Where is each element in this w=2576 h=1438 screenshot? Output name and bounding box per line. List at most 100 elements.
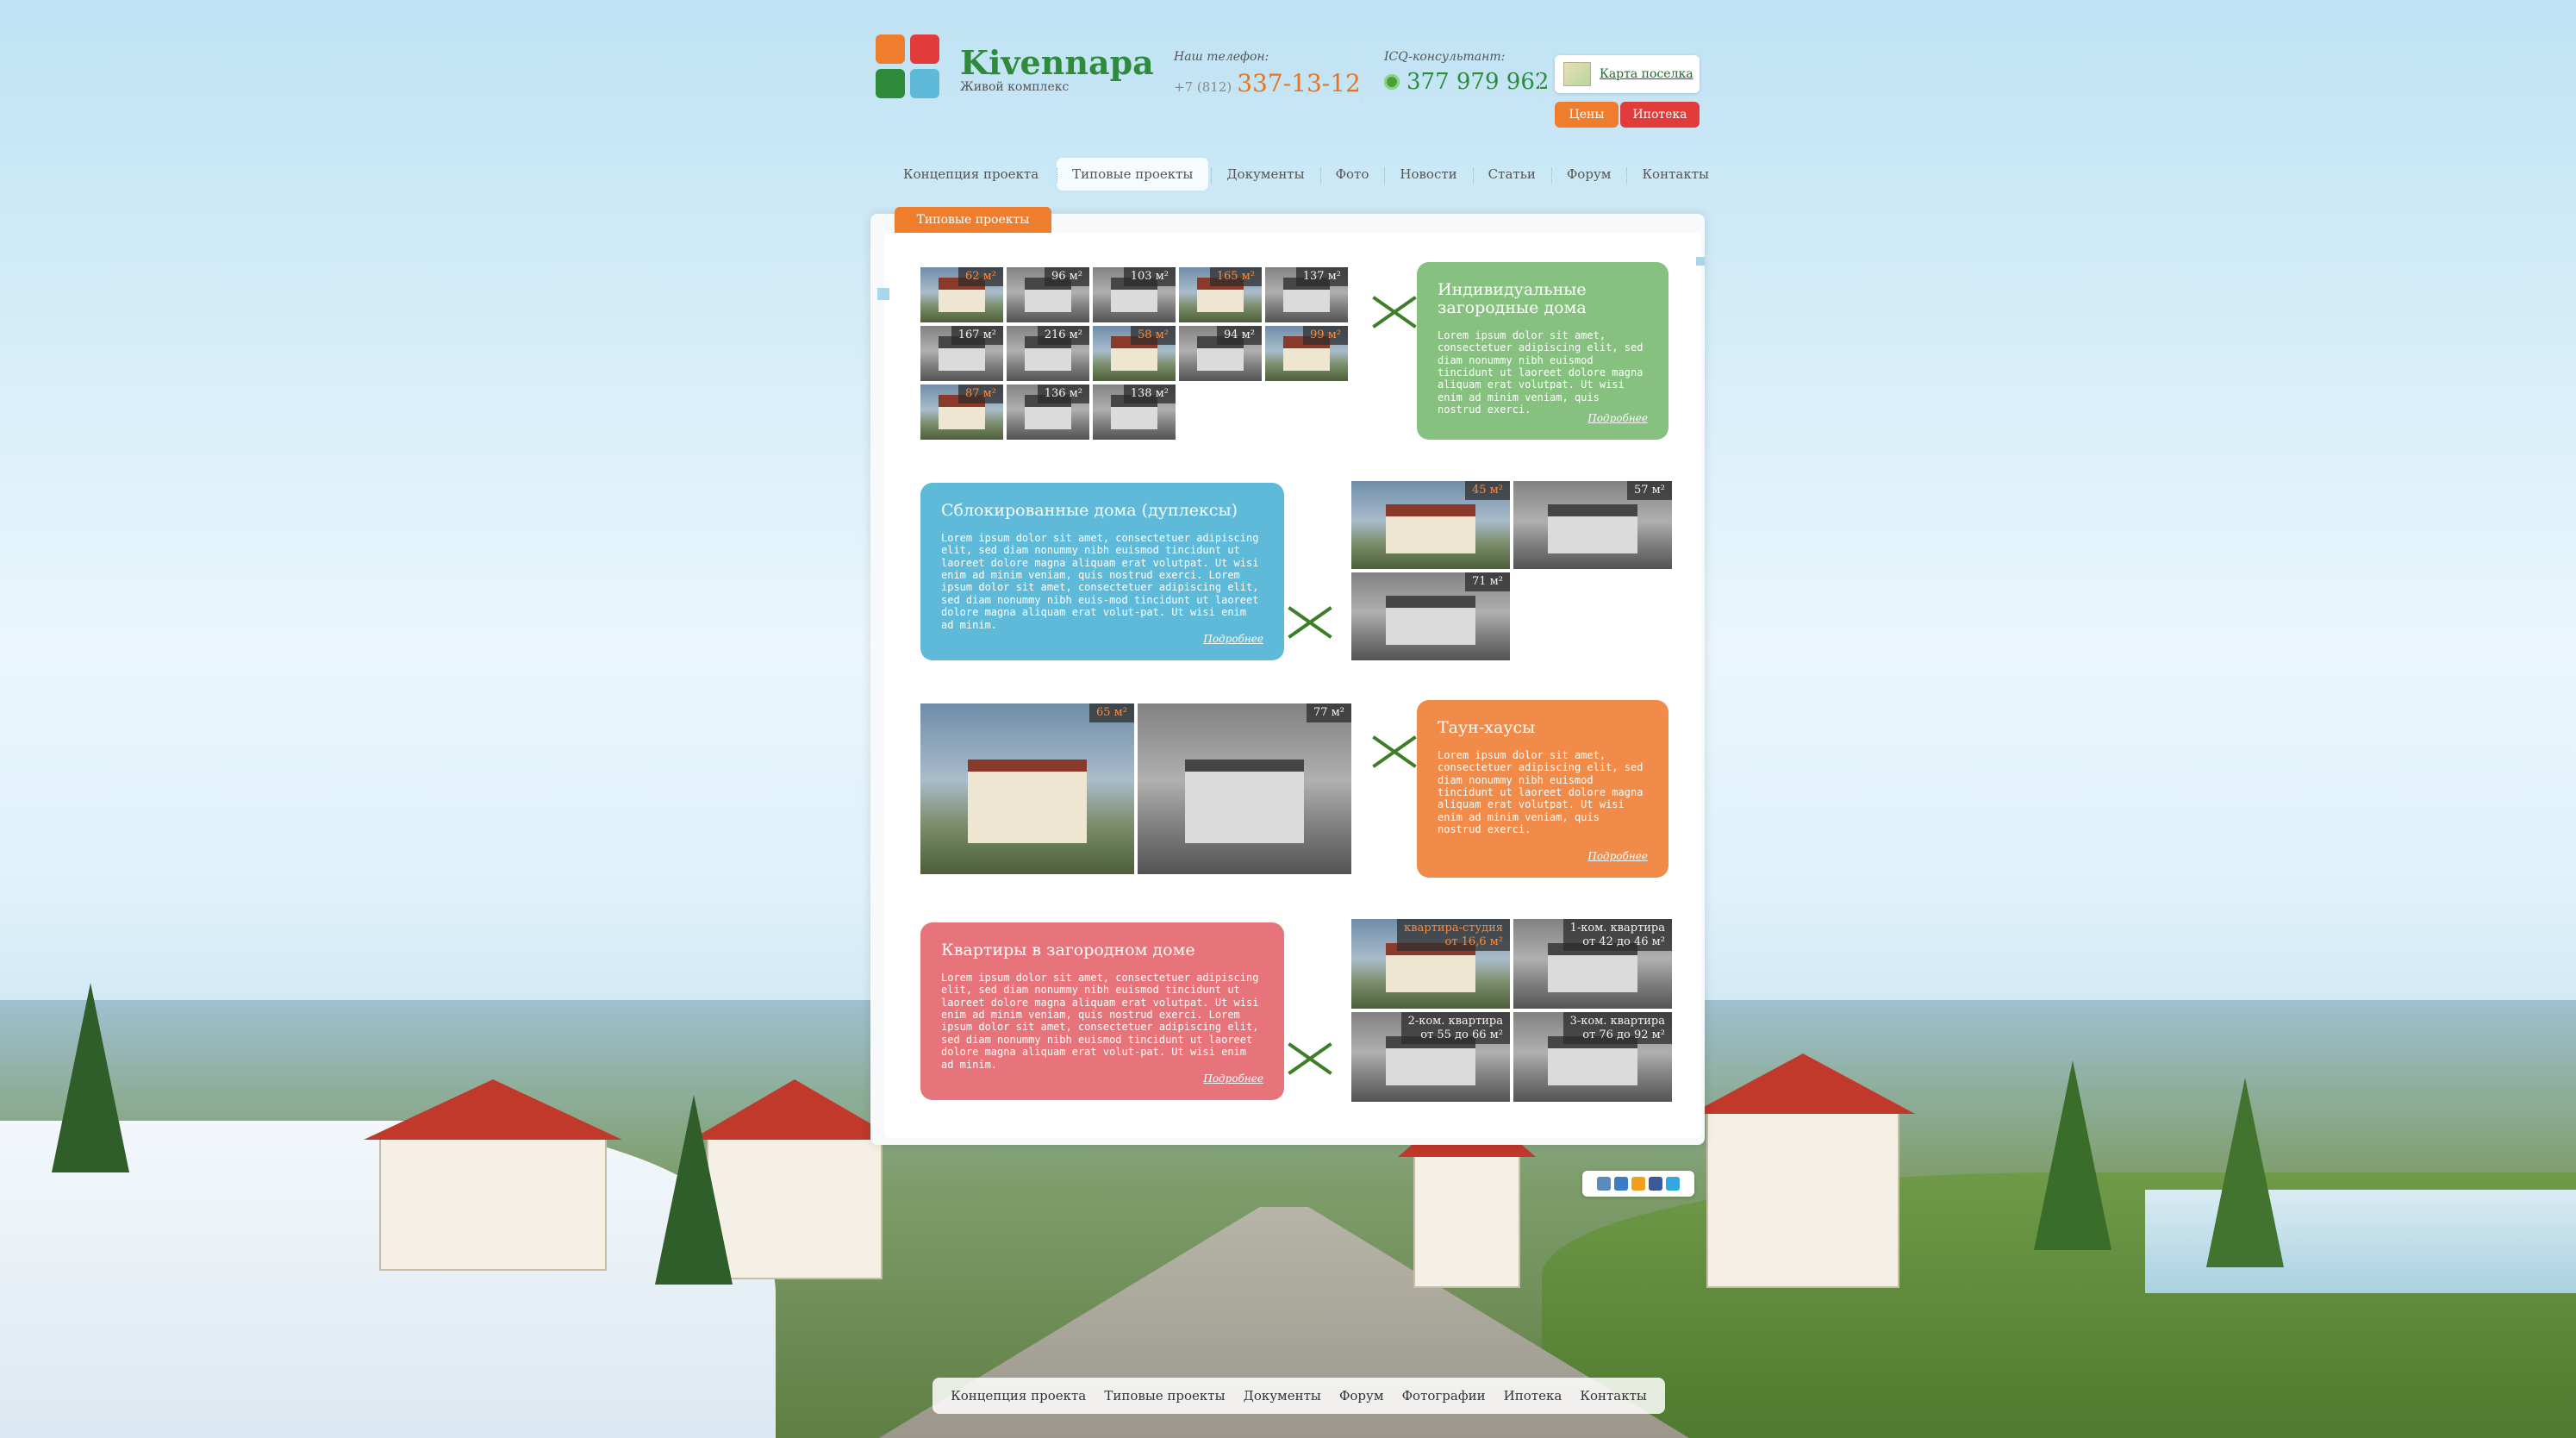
tree-illustration [2206, 1078, 2284, 1267]
house-thumbnail[interactable]: 96 м² [1007, 267, 1089, 322]
house-thumbnail[interactable]: 103 м² [1093, 267, 1176, 322]
village-map-link[interactable]: Карта поселка [1555, 55, 1700, 93]
decor-square [877, 288, 889, 300]
nav-documents[interactable]: Документы [1211, 158, 1319, 191]
house-thumbnail[interactable]: 94 м² [1179, 326, 1262, 381]
house-thumbnail[interactable]: 99 м² [1265, 326, 1348, 381]
main-nav: Концепция проекта Типовые проекты Докуме… [888, 155, 1725, 193]
house-thumbnail[interactable]: 165 м² [1179, 267, 1262, 322]
townhouse-gallery: 65 м² 77 м² [920, 703, 1351, 874]
apartment-area: от 16,6 м² [1444, 935, 1503, 948]
logo-title: Kivennapa [960, 42, 1154, 82]
pine-branch-icon [1369, 281, 1420, 341]
nav-concept[interactable]: Концепция проекта [888, 158, 1054, 191]
nav-contacts[interactable]: Контакты [1626, 158, 1725, 191]
twitter-icon[interactable] [1666, 1177, 1680, 1191]
duplex-thumbnail[interactable]: 57 м² [1513, 481, 1672, 569]
livejournal-icon[interactable] [1614, 1177, 1628, 1191]
footer-forum[interactable]: Форум [1339, 1388, 1384, 1404]
area-badge: 94 м² [1217, 326, 1262, 345]
phone-label: Наш телефон: [1174, 50, 1269, 64]
icq-number: 377 979 962 [1384, 69, 1549, 95]
footer-concept[interactable]: Концепция проекта [951, 1388, 1086, 1404]
pine-branch-icon [1284, 591, 1336, 652]
apartment-badge: 1-ком. квартира от 42 до 46 м² [1562, 919, 1672, 952]
footer-mortgage[interactable]: Ипотека [1504, 1388, 1562, 1404]
house-thumbnail[interactable]: 167 м² [920, 326, 1003, 381]
more-link[interactable]: Подробнее [1203, 1072, 1263, 1085]
house-thumbnail[interactable]: 87 м² [920, 385, 1003, 440]
mortgage-button[interactable]: Ипотека [1620, 102, 1700, 128]
decor-square [1696, 257, 1705, 266]
house-illustration [1413, 1155, 1520, 1288]
more-link[interactable]: Подробнее [1587, 850, 1648, 862]
apartment-badge: 2-ком. квартира от 55 до 66 м² [1400, 1012, 1510, 1045]
apartment-thumbnail[interactable]: 1-ком. квартира от 42 до 46 м² [1513, 919, 1672, 1009]
area-badge: 216 м² [1037, 326, 1089, 345]
facebook-icon[interactable] [1649, 1177, 1662, 1191]
card-text: Lorem ipsum dolor sit amet, consectetuer… [941, 531, 1259, 631]
footer-contacts[interactable]: Контакты [1580, 1388, 1647, 1404]
townhouse-thumbnail[interactable]: 65 м² [920, 703, 1134, 874]
house-thumbnail[interactable]: 136 м² [1007, 385, 1089, 440]
nav-photo[interactable]: Фото [1319, 158, 1385, 191]
prices-button[interactable]: Цены [1555, 102, 1619, 128]
section-tab[interactable]: Типовые проекты [895, 207, 1051, 233]
icq-label: ICQ-консультант: [1384, 50, 1506, 64]
area-badge: 57 м² [1627, 481, 1672, 500]
icq-value: 377 979 962 [1407, 69, 1550, 95]
nav-articles[interactable]: Статьи [1472, 158, 1551, 191]
apartment-badge: 3-ком. квартира от 76 до 92 м² [1562, 1012, 1672, 1045]
apartment-badge: квартира-студия от 16,6 м² [1397, 919, 1510, 952]
footer-documents[interactable]: Документы [1244, 1388, 1321, 1404]
house-thumbnail[interactable]: 58 м² [1093, 326, 1176, 381]
area-badge: 136 м² [1037, 385, 1089, 403]
area-badge: 96 м² [1045, 267, 1089, 286]
nav-forum[interactable]: Форум [1550, 158, 1627, 191]
footer-photos[interactable]: Фотографии [1402, 1388, 1486, 1404]
area-badge: 65 м² [1089, 703, 1134, 722]
logo[interactable]: Kivennapa Живой комплекс [876, 34, 1154, 102]
tree-illustration [2034, 1060, 2111, 1250]
duplex-gallery: 45 м² 57 м² 71 м² [1351, 481, 1672, 660]
map-link-label: Карта поселка [1600, 67, 1693, 81]
area-badge: 103 м² [1123, 267, 1176, 286]
apartment-type: квартира-студия [1404, 922, 1503, 935]
card-title: Квартиры в загородном доме [941, 941, 1195, 960]
duplex-thumbnail[interactable]: 45 м² [1351, 481, 1510, 569]
map-icon [1563, 62, 1591, 86]
card-title: Индивидуальные загородные дома [1438, 280, 1587, 317]
area-badge: 138 м² [1123, 385, 1176, 403]
nav-standard-projects[interactable]: Типовые проекты [1054, 155, 1212, 193]
apartment-thumbnail[interactable]: квартира-студия от 16,6 м² [1351, 919, 1510, 1009]
pine-branch-icon [1369, 721, 1420, 781]
area-badge: 45 м² [1465, 481, 1510, 500]
more-link[interactable]: Подробнее [1203, 633, 1263, 645]
social-share-bar [1582, 1171, 1694, 1197]
townhouse-card: Таун-хаусы Lorem ipsum dolor sit amet, c… [1417, 700, 1668, 878]
icq-block: ICQ-консультант: 377 979 962 [1384, 50, 1549, 95]
house-thumbnail[interactable]: 62 м² [920, 267, 1003, 322]
apartment-thumbnail[interactable]: 3-ком. квартира от 76 до 92 м² [1513, 1012, 1672, 1102]
mail-icon[interactable] [1631, 1177, 1645, 1191]
footer-standard-projects[interactable]: Типовые проекты [1104, 1388, 1225, 1404]
apartment-area: от 42 до 46 м² [1582, 935, 1665, 948]
header-divider [1539, 45, 1540, 105]
townhouse-thumbnail[interactable]: 77 м² [1138, 703, 1351, 874]
house-thumbnail[interactable]: 138 м² [1093, 385, 1176, 440]
duplex-thumbnail[interactable]: 71 м² [1351, 572, 1510, 660]
card-title: Таун-хаусы [1438, 718, 1536, 737]
vkontakte-icon[interactable] [1597, 1177, 1611, 1191]
apartments-gallery: квартира-студия от 16,6 м² 1-ком. квартир… [1351, 919, 1672, 1102]
apartment-area: от 55 до 66 м² [1420, 1028, 1503, 1041]
more-link[interactable]: Подробнее [1587, 412, 1648, 424]
area-badge: 77 м² [1307, 703, 1351, 722]
house-illustration [1706, 1112, 1899, 1288]
house-thumbnail[interactable]: 137 м² [1265, 267, 1348, 322]
phone-prefix: +7 (812) [1174, 79, 1232, 95]
card-title: Сблокированные дома (дуплексы) [941, 501, 1238, 520]
area-badge: 99 м² [1303, 326, 1348, 345]
nav-news[interactable]: Новости [1384, 158, 1472, 191]
apartment-thumbnail[interactable]: 2-ком. квартира от 55 до 66 м² [1351, 1012, 1510, 1102]
house-thumbnail[interactable]: 216 м² [1007, 326, 1089, 381]
